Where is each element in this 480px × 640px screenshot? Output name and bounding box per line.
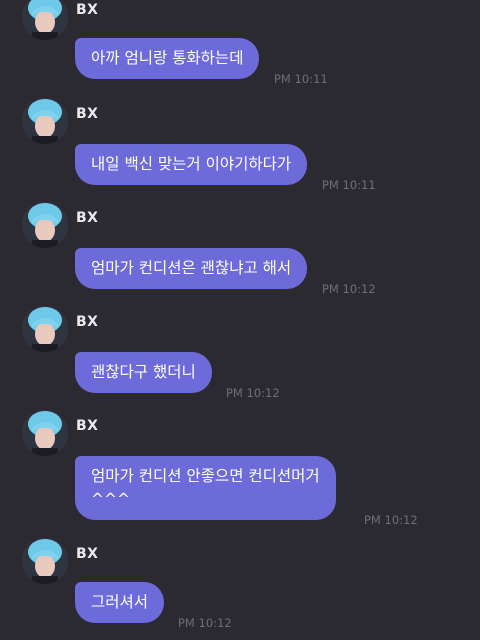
sender-name: BX xyxy=(76,418,99,434)
avatar-image xyxy=(22,0,68,40)
avatar-image xyxy=(22,538,68,584)
avatar-image xyxy=(22,202,68,248)
sender-name: BX xyxy=(76,546,99,562)
sender-name: BX xyxy=(76,106,99,122)
avatar[interactable] xyxy=(22,98,68,144)
chat-thread: BX 아까 엄니랑 통화하는데 PM 10:11 BX 내일 백신 맞는거 이야… xyxy=(0,0,480,640)
message-time: PM 10:12 xyxy=(364,513,418,527)
message-time: PM 10:12 xyxy=(322,282,376,296)
sender-name: BX xyxy=(76,314,99,330)
avatar[interactable] xyxy=(22,306,68,352)
message-bubble[interactable]: 엄마가 컨디션 안좋으면 컨디션머거 ^^^ xyxy=(75,456,336,520)
avatar[interactable] xyxy=(22,538,68,584)
message-time: PM 10:12 xyxy=(178,616,232,630)
message-bubble[interactable]: 내일 백신 맞는거 이야기하다가 xyxy=(75,144,308,185)
message-time: PM 10:12 xyxy=(226,386,280,400)
sender-name: BX xyxy=(76,210,99,226)
message-time: PM 10:11 xyxy=(274,72,328,86)
avatar[interactable] xyxy=(22,410,68,456)
avatar[interactable] xyxy=(22,202,68,248)
message-bubble[interactable]: 괜찮다구 했더니 xyxy=(75,352,212,393)
avatar[interactable] xyxy=(22,0,68,40)
message-time: PM 10:11 xyxy=(322,178,376,192)
avatar-image xyxy=(22,306,68,352)
message-bubble[interactable]: 그러셔서 xyxy=(75,582,165,623)
message-bubble[interactable]: 아까 엄니랑 통화하는데 xyxy=(75,38,260,79)
message-bubble[interactable]: 엄마가 컨디션은 괜찮냐고 해서 xyxy=(75,248,308,289)
sender-name: BX xyxy=(76,2,99,18)
avatar-image xyxy=(22,98,68,144)
avatar-image xyxy=(22,410,68,456)
